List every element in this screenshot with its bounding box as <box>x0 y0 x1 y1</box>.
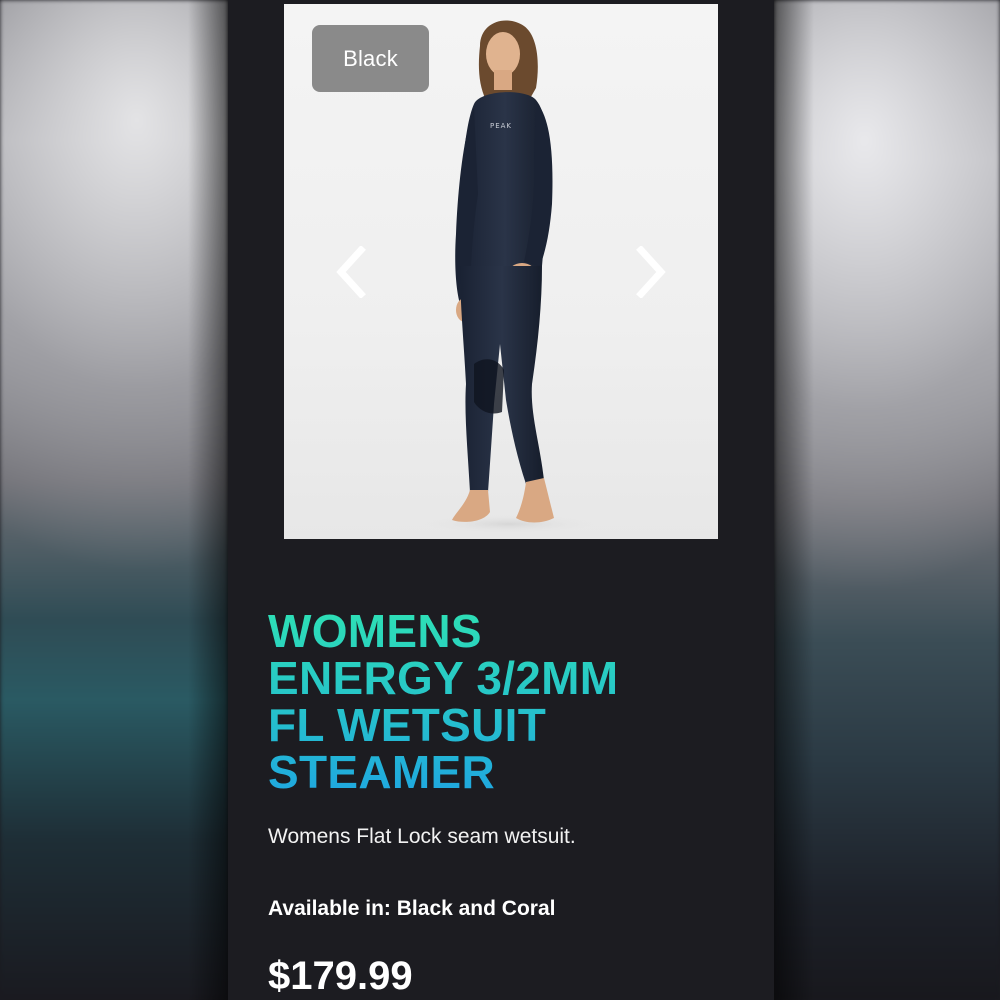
product-page: PEAK Black WOMENS ENERGY 3/2MM FL WETSUI… <box>228 0 774 1000</box>
product-price: $179.99 <box>268 954 413 998</box>
color-badge: Black <box>312 25 429 92</box>
product-title-line: FL WETSUIT <box>268 699 547 751</box>
product-title-line: ENERGY 3/2MM <box>268 652 619 704</box>
product-title-line: WOMENS <box>268 605 482 657</box>
product-image-carousel[interactable]: PEAK Black <box>284 4 718 539</box>
product-availability: Available in: Black and Coral <box>268 897 556 920</box>
chevron-right-icon[interactable] <box>630 244 674 300</box>
chevron-left-icon[interactable] <box>328 244 372 300</box>
screenshot-stage: PEAK Black WOMENS ENERGY 3/2MM FL WETSUI… <box>0 0 1000 1000</box>
product-description: Womens Flat Lock seam wetsuit. <box>268 825 576 848</box>
product-title-line: STEAMER <box>268 746 496 798</box>
column-shadow-right <box>774 0 814 1000</box>
suit-logo-text: PEAK <box>490 122 512 130</box>
product-title: WOMENS ENERGY 3/2MM FL WETSUIT STEAMER <box>268 608 748 796</box>
column-shadow-left <box>188 0 228 1000</box>
